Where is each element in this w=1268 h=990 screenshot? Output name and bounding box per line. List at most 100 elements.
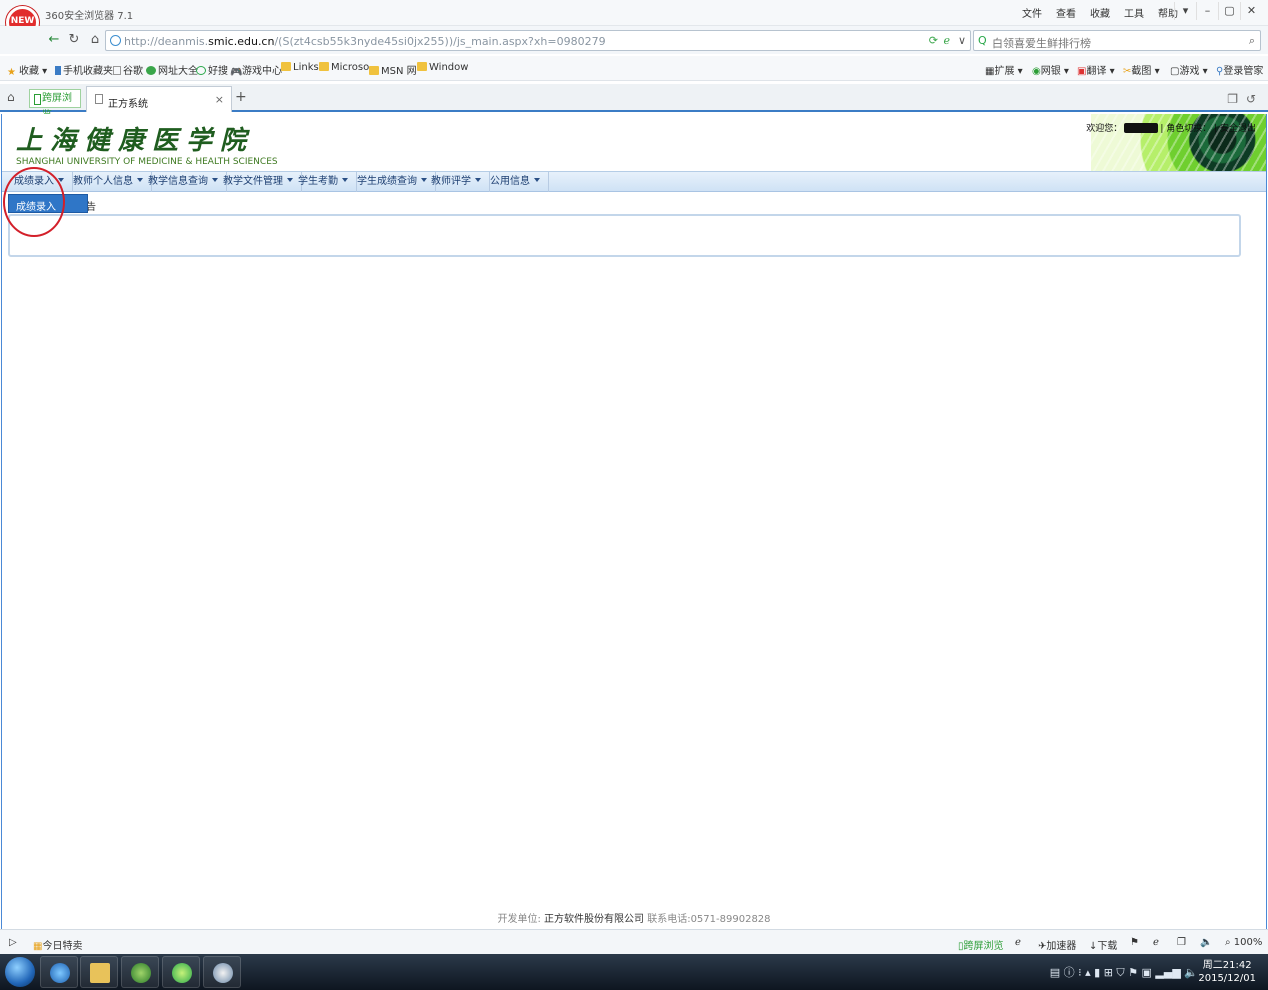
address-input[interactable]: http://deanmis.smic.edu.cn/(S(zt4csb55k3… — [105, 30, 971, 51]
caret-down-icon — [475, 178, 481, 182]
page-icon — [113, 66, 121, 75]
ext-translate[interactable]: ▣翻译 ▾ — [1077, 62, 1115, 77]
site-header: 上海健康医学院 SHANGHAI UNIVERSITY OF MEDICINE … — [2, 114, 1266, 171]
nav-student-grades[interactable]: 学生成绩查询 — [357, 172, 436, 192]
url-text: http://deanmis.smic.edu.cn/(S(zt4csb55k3… — [124, 35, 606, 48]
system-tray-icons[interactable]: ▤ ⓘ ⁝ ▴ ▮ ⊞ ⛉ ⚑ ▣ ▂▄▆ 🔈 — [1050, 964, 1198, 980]
system-clock[interactable]: 周二21:42 2015/12/01 — [1198, 959, 1256, 985]
refresh-icon[interactable]: ↻ — [65, 31, 83, 49]
address-toolbar: ← ↻ ⌂ http://deanmis.smic.edu.cn/(S(zt4c… — [0, 26, 1268, 54]
folder-icon — [369, 66, 379, 75]
menu-item-favorites[interactable]: 收藏 — [1090, 5, 1110, 20]
redacted-username — [1124, 123, 1159, 133]
close-tab-icon[interactable]: × — [215, 93, 224, 106]
page-icon — [95, 94, 103, 104]
caret-down-icon — [421, 178, 427, 182]
nav-teacher-evaluation[interactable]: 教师评学 — [431, 172, 490, 192]
nav-teaching-docs[interactable]: 教学文件管理 — [223, 172, 302, 192]
nav-teacher-info[interactable]: 教师个人信息 — [73, 172, 152, 192]
tab-split-screen[interactable]: 跨屏浏览 — [29, 89, 81, 121]
footer-contact: 联系电话:0571-89902828 — [647, 914, 771, 925]
caret-down-icon — [534, 178, 540, 182]
school-name-cn: 上海健康医学院 — [16, 126, 255, 156]
taskbar-360-icon[interactable] — [121, 956, 159, 988]
search-placeholder: 白领喜爱生鲜排行榜 — [992, 37, 1091, 50]
welcome-label: 欢迎您： — [1086, 124, 1123, 134]
nav-public-info[interactable]: 公用信息 — [490, 172, 549, 192]
clock-date: 2015/12/01 — [1198, 973, 1256, 984]
taskbar-browser-icon[interactable] — [40, 956, 78, 988]
ext-game[interactable]: ▢游戏 ▾ — [1170, 62, 1208, 77]
search-icon[interactable]: ⌕ — [1249, 34, 1255, 48]
skin-button[interactable]: ▾ — [1174, 2, 1196, 20]
search-engine-icon[interactable]: Q — [978, 34, 987, 47]
browser-titlebar: NEW 360安全浏览器 7.1 文件 查看 收藏 工具 帮助 ▾ – ▢ ✕ — [0, 0, 1268, 39]
security-shield-icon[interactable]: ⟳ — [929, 34, 938, 47]
tab-label: 正方系统 — [108, 99, 148, 110]
windows-taskbar: ▤ ⓘ ⁝ ▴ ▮ ⊞ ⛉ ⚑ ▣ ▂▄▆ 🔈 周二21:42 2015/12/… — [0, 954, 1268, 990]
menu-item-file[interactable]: 文件 — [1022, 5, 1042, 20]
nav-attendance[interactable]: 学生考勤 — [298, 172, 357, 192]
sidebar-toggle-icon[interactable]: ▷ — [9, 937, 17, 948]
folder-icon — [417, 62, 427, 71]
undo-close-icon[interactable]: ↺ — [1246, 92, 1256, 106]
caret-down-icon — [137, 178, 143, 182]
restore-tabs-icon[interactable]: ❐ — [1227, 92, 1238, 106]
nav-teaching-query[interactable]: 教学信息查询 — [148, 172, 227, 192]
taskbar-360browser-icon[interactable] — [162, 956, 200, 988]
footer-dev-label: 开发单位: — [497, 914, 541, 925]
ext-screenshot[interactable]: ✂截图 ▾ — [1123, 62, 1160, 77]
folder-icon — [281, 62, 291, 71]
bookmark-favorites[interactable]: ★ 收藏 ▾ — [7, 62, 47, 78]
school-name-en: SHANGHAI UNIVERSITY OF MEDICINE & HEALTH… — [16, 157, 278, 167]
new-tab-button[interactable]: + — [235, 89, 247, 105]
taskbar-explorer-icon[interactable] — [80, 956, 118, 988]
today-deals-link[interactable]: ▦今日特卖 — [33, 937, 82, 952]
browser-menu: 文件 查看 收藏 工具 帮助 — [1022, 5, 1178, 20]
back-arrow-icon[interactable]: ← — [45, 31, 63, 49]
ie-mode-icon[interactable]: ℯ — [943, 34, 950, 47]
maximize-button[interactable]: ▢ — [1218, 2, 1240, 20]
status-ie2-icon[interactable]: ℯ — [1153, 937, 1159, 948]
minimize-button[interactable]: – — [1196, 2, 1218, 20]
bookmark-google[interactable]: 谷歌 — [113, 62, 143, 77]
bookmark-microsoft[interactable]: Microso — [319, 62, 369, 73]
taskbar-paint-icon[interactable] — [203, 956, 241, 988]
bookmark-windows[interactable]: Window — [417, 62, 468, 73]
ext-login-manager[interactable]: ⚲登录管家 — [1216, 62, 1263, 77]
status-split-screen[interactable]: ▯跨屏浏览 — [958, 937, 1004, 952]
caret-down-icon — [287, 178, 293, 182]
bookmark-games[interactable]: 🎮游戏中心 — [230, 62, 282, 78]
status-window-icon[interactable]: ❐ — [1177, 937, 1186, 948]
role-switch-link[interactable]: | 角色切换： — [1160, 124, 1211, 134]
menu-item-view[interactable]: 查看 — [1056, 5, 1076, 20]
close-window-button[interactable]: ✕ — [1240, 2, 1262, 20]
bookmark-mobile[interactable]: 手机收藏夹 — [55, 62, 113, 77]
status-sound-icon[interactable]: 🔈 — [1200, 937, 1212, 948]
bookmark-sites[interactable]: 网址大全 — [146, 62, 198, 77]
status-flag-icon[interactable]: ⚑ — [1130, 937, 1139, 948]
status-accelerator[interactable]: ✈加速器 — [1038, 937, 1076, 952]
bank-icon: ◉ — [1032, 66, 1041, 77]
start-button-icon[interactable] — [5, 957, 35, 987]
bookmark-msn[interactable]: MSN 网 — [369, 62, 417, 77]
status-zoom[interactable]: ⌕ 100% — [1225, 937, 1262, 948]
status-download[interactable]: ↓下载 — [1089, 937, 1117, 952]
search-input[interactable]: Q 白领喜爱生鲜排行榜 ⌕ — [973, 30, 1261, 51]
home-icon[interactable]: ⌂ — [86, 31, 104, 49]
ext-expand[interactable]: ▦扩展 ▾ — [985, 62, 1023, 77]
web-page: 上海健康医学院 SHANGHAI UNIVERSITY OF MEDICINE … — [1, 114, 1267, 929]
url-dropdown-icon[interactable]: ∨ — [958, 34, 966, 47]
logout-link[interactable]: | 安全退出 — [1214, 124, 1256, 134]
logo-text: NEW — [10, 16, 35, 26]
clock-time: 周二21:42 — [1202, 960, 1252, 971]
footer-company: 正方软件股份有限公司 — [544, 914, 645, 925]
menu-item-tools[interactable]: 工具 — [1124, 5, 1144, 20]
tab-home-icon[interactable]: ⌂ — [7, 90, 15, 104]
bookmark-links[interactable]: Links — [281, 62, 319, 73]
status-ie-icon[interactable]: ℯ — [1015, 937, 1021, 948]
ext-bank[interactable]: ◉网银 ▾ — [1032, 62, 1069, 77]
annotation-circle — [3, 167, 65, 237]
tab-active[interactable]: 正方系统 × — [86, 86, 232, 112]
bookmark-haosou[interactable]: 好搜 — [196, 62, 228, 77]
